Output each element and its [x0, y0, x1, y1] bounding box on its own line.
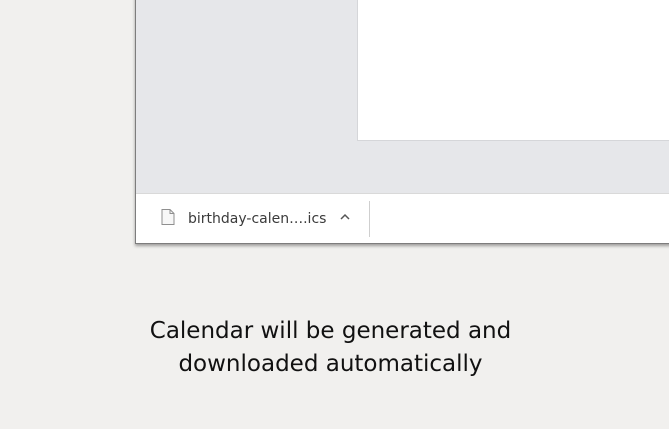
download-bar: birthday-calen….ics — [136, 193, 669, 243]
caption: Calendar will be generated and downloade… — [130, 315, 531, 381]
download-item[interactable]: birthday-calen….ics — [136, 194, 370, 243]
chevron-up-icon[interactable] — [339, 212, 351, 222]
web-page-content — [357, 0, 669, 141]
downloaded-file-name: birthday-calen….ics — [188, 211, 327, 227]
download-item-separator — [369, 201, 370, 237]
page: birthday-calen….ics Calendar will be gen… — [0, 0, 669, 429]
caption-line-1: Calendar will be generated and — [149, 318, 512, 344]
browser-window-screenshot: birthday-calen….ics — [135, 0, 669, 244]
document-icon — [161, 209, 175, 225]
caption-line-2: downloaded automatically — [178, 351, 483, 377]
